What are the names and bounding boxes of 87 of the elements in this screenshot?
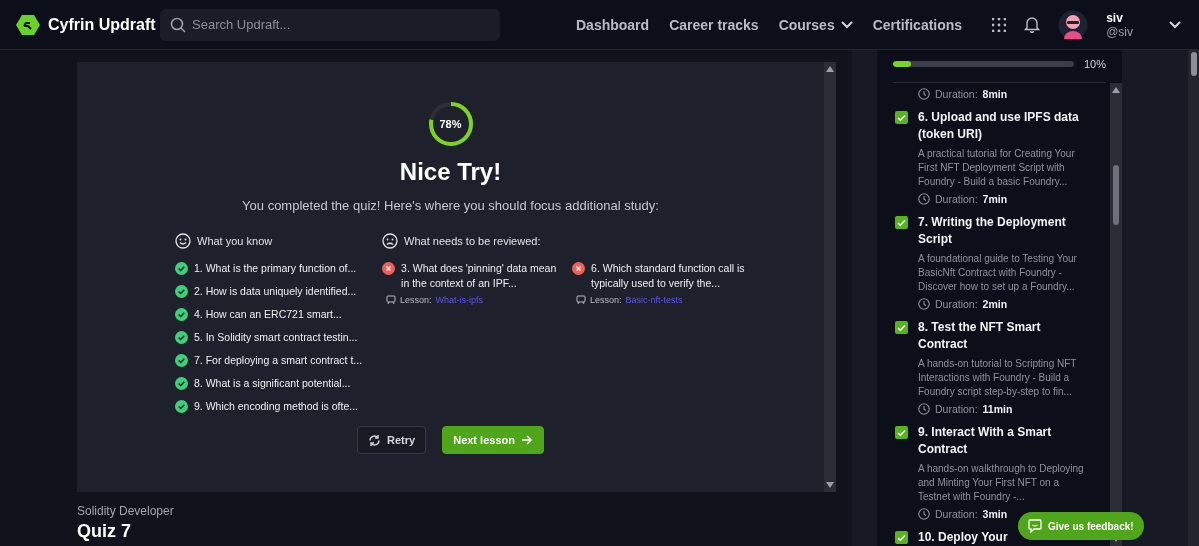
question-text: 7. For deploying a smart contract t... — [194, 353, 363, 368]
clock-icon — [918, 88, 930, 100]
clock-icon — [918, 508, 930, 520]
lesson-title[interactable]: 10. Deploy Your — [918, 529, 1008, 546]
lesson-description: A hands-on walkthrough to Deploying and Minting Your First NFT on a Testnet with Foundry -... — [918, 462, 1085, 504]
breadcrumb[interactable]: Solidity Developer — [77, 504, 836, 518]
sad-face-icon — [382, 233, 399, 249]
checkbox[interactable] — [895, 426, 908, 439]
lesson-description: A practical tutorial for Creating Your First NFT Deployment Script with Foundry - Build a basic Foundry... — [918, 147, 1076, 189]
brand-name[interactable]: Cyfrin Updraft — [48, 15, 156, 34]
nav-link[interactable]: Certifications — [872, 16, 963, 33]
lesson-title[interactable]: 8. Test the NFT Smart Contract — [918, 319, 1090, 353]
nav-link[interactable]: Dashboard — [576, 16, 650, 33]
checkbox[interactable] — [895, 216, 908, 229]
clock-icon — [918, 403, 930, 415]
avatar[interactable] — [1058, 9, 1089, 40]
question-text: 2. How is data uniquely identified... — [194, 284, 357, 299]
user-handle: @siv — [1106, 24, 1133, 39]
check-circle-icon — [175, 308, 188, 321]
check-circle-icon — [175, 285, 188, 298]
question-text: 5. In Solidity smart contract testin... — [194, 330, 358, 345]
section-heading: What you know — [197, 235, 273, 247]
scroll-up-icon[interactable] — [1112, 87, 1120, 93]
check-circle-icon — [175, 354, 188, 367]
cross-circle-icon — [572, 262, 586, 275]
logo-icon[interactable] — [16, 13, 40, 36]
lesson-icon — [386, 295, 397, 305]
bell-icon[interactable] — [1024, 16, 1041, 33]
scroll-up-icon[interactable] — [826, 66, 834, 72]
check-circle-icon — [175, 331, 188, 344]
duration-value: 11min — [982, 403, 1013, 415]
search-icon — [170, 16, 186, 33]
duration-label: Duration: — [935, 508, 978, 520]
progress-value: 10% — [1083, 58, 1106, 70]
lesson-label: Lesson: — [590, 295, 622, 305]
duration-label: Duration: — [935, 403, 978, 415]
user-name: siv — [1106, 10, 1124, 25]
duration-label: Duration: — [935, 193, 978, 205]
question-text: 8. What is a significant potential... — [194, 376, 351, 391]
score-ring — [426, 100, 475, 148]
result-title: Nice Try! — [399, 158, 502, 186]
smiley-icon — [175, 233, 191, 249]
clock-icon — [918, 298, 930, 310]
nav-link[interactable]: Career tracks — [669, 16, 759, 33]
question-text: 4. How can an ERC721 smart... — [194, 307, 342, 322]
question-text: 6. Which standard function call is typically used to verify the... — [591, 261, 746, 291]
section-heading: What needs to be reviewed: — [404, 235, 541, 247]
scrollbar[interactable] — [1188, 50, 1199, 546]
check-circle-icon — [175, 262, 188, 275]
question-text: 9. Which encoding method is ofte... — [194, 399, 358, 414]
scroll-thumb[interactable] — [1113, 165, 1119, 225]
duration-label: Duration: — [935, 88, 978, 100]
checkbox[interactable] — [895, 111, 908, 124]
chat-icon — [1028, 519, 1042, 533]
arrow-right-icon — [520, 434, 533, 446]
search-field[interactable]: Search Updraft... — [160, 8, 500, 41]
check-circle-icon — [175, 400, 188, 413]
lesson-description: A hands-on tutorial to Scripting NFT Interactions with Foundry - Build a Foundry script step-by-step to fin... — [918, 357, 1078, 399]
result-message: You completed the quiz! Here's where you should focus additional study: — [242, 198, 659, 213]
scroll-thumb[interactable] — [1190, 52, 1197, 76]
lesson-title[interactable]: 7. Writing the Deployment Script — [918, 214, 1090, 248]
duration-value: 7min — [982, 193, 1008, 205]
page-title: Quiz 7 — [77, 521, 132, 542]
question-text: 3. What does 'pinning' data mean in the context of an IPF... — [401, 261, 558, 291]
scrollbar[interactable] — [824, 62, 836, 492]
duration-value: 8min — [982, 88, 1008, 100]
checkbox[interactable] — [895, 321, 908, 334]
lesson-title[interactable]: 6. Upload and use IPFS data (token URI) — [918, 109, 1090, 143]
duration-label: Duration: — [935, 298, 978, 310]
chevron-icon[interactable] — [1169, 20, 1181, 29]
lesson-title[interactable]: 9. Interact With a Smart Contract — [918, 424, 1090, 458]
score-value: 78% — [439, 118, 462, 130]
scroll-down-icon[interactable] — [826, 482, 834, 488]
refresh-icon — [368, 433, 382, 447]
nav-link[interactable]: Courses — [778, 16, 853, 33]
lesson-description: A foundational guide to Testing Your BasicNft Contract with Foundry - Discover how to set up a Foundry... — [918, 252, 1078, 294]
checkbox[interactable] — [895, 531, 908, 544]
retry-button[interactable]: Retry — [357, 426, 427, 454]
question-text: 1. What is the primary function of... — [194, 261, 357, 276]
duration-value: 3min — [982, 508, 1008, 520]
cross-circle-icon — [382, 262, 396, 275]
duration-value: 2min — [982, 298, 1008, 310]
lesson-icon — [576, 295, 587, 305]
apps-grid-icon[interactable] — [992, 17, 1007, 32]
clock-icon — [918, 193, 930, 205]
check-circle-icon — [175, 377, 188, 390]
lesson-label: Lesson: — [400, 295, 432, 305]
